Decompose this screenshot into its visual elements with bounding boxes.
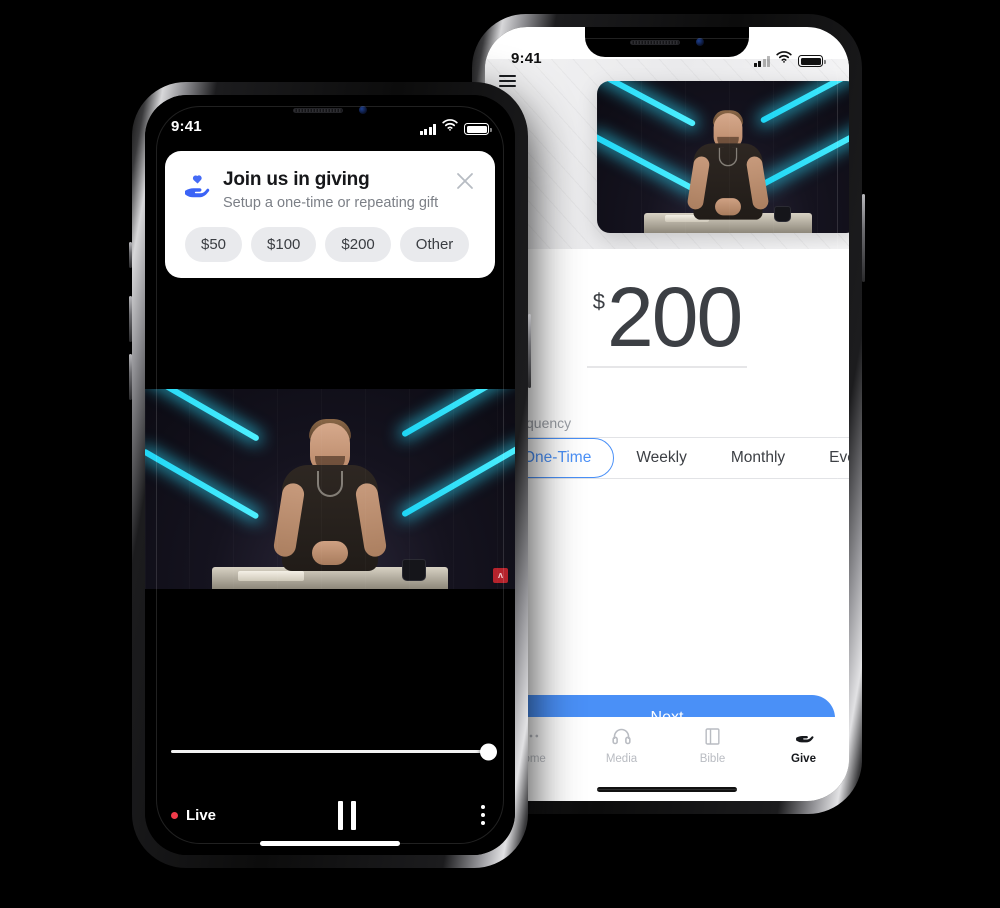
- front-phone-device: ᴧ Join us in giving Setup a one-time or …: [129, 82, 531, 868]
- tab-media[interactable]: Media: [576, 725, 667, 765]
- tab-bible[interactable]: Bible: [667, 725, 758, 765]
- scrubber-knob[interactable]: [480, 743, 497, 760]
- giving-card: Join us in giving Setup a one-time or re…: [165, 151, 495, 278]
- amount-option-other[interactable]: Other: [399, 227, 470, 262]
- gift-amount-block[interactable]: $ 200: [485, 270, 849, 369]
- live-indicator[interactable]: Live: [171, 807, 216, 824]
- giving-card-subtitle: Setup a one-time or repeating gift: [223, 195, 439, 211]
- frequency-tab-every-2-weeks[interactable]: Every 2 Weeks: [807, 438, 849, 478]
- front-status-time: 9:41: [171, 118, 202, 135]
- frequency-tab-group[interactable]: One-Time Weekly Monthly Every 2 Weeks: [499, 437, 849, 479]
- tab-give-label: Give: [791, 753, 816, 765]
- amount-value: 200: [607, 270, 743, 364]
- live-dot-icon: [171, 811, 178, 819]
- live-player-screen: ᴧ Join us in giving Setup a one-time or …: [145, 95, 515, 855]
- earpiece-speaker-icon: [293, 107, 343, 113]
- giving-card-title: Join us in giving: [223, 169, 370, 190]
- wifi-icon: [776, 50, 792, 67]
- battery-icon: [798, 55, 826, 67]
- headphones-icon: [611, 725, 632, 747]
- hand-heart-icon: [793, 725, 815, 747]
- tab-bible-label: Bible: [699, 753, 726, 765]
- wifi-icon: [442, 118, 458, 135]
- amount-options: $50 $100 $200 Other: [183, 227, 477, 262]
- front-home-indicator[interactable]: [260, 841, 400, 846]
- front-notch: [248, 95, 412, 125]
- amount-option-100[interactable]: $100: [251, 227, 317, 262]
- broadcaster-logo: ᴧ: [493, 568, 508, 583]
- currency-symbol: $: [592, 289, 606, 314]
- back-video-thumbnail[interactable]: [597, 81, 849, 233]
- tab-media-label: Media: [605, 753, 638, 765]
- frequency-tab-weekly[interactable]: Weekly: [614, 438, 709, 478]
- back-header: [485, 73, 849, 89]
- tab-give[interactable]: Give: [758, 725, 849, 765]
- back-status-time: 9:41: [511, 50, 542, 67]
- hand-heart-icon: [183, 173, 211, 201]
- bottom-tab-bar: Home Media Bible Give: [485, 717, 849, 779]
- earpiece-speaker-icon: [630, 39, 680, 45]
- front-camera-icon: [696, 38, 704, 46]
- book-icon: [703, 725, 722, 747]
- frequency-tab-monthly[interactable]: Monthly: [709, 438, 807, 478]
- close-icon[interactable]: [453, 169, 477, 193]
- volume-down-button[interactable]: [129, 354, 132, 400]
- live-video[interactable]: ᴧ: [145, 389, 515, 589]
- battery-icon: [464, 123, 492, 135]
- signal-bars-icon: [753, 56, 770, 67]
- back-home-indicator[interactable]: [597, 787, 737, 792]
- hamburger-menu-icon[interactable]: [499, 75, 516, 87]
- amount-option-200[interactable]: $200: [325, 227, 391, 262]
- back-notch: [585, 27, 749, 57]
- front-camera-icon: [359, 106, 367, 114]
- give-screen: $ 200 Frequency One-Time Weekly Monthly …: [485, 27, 849, 801]
- mute-switch[interactable]: [129, 242, 132, 268]
- live-label: Live: [186, 806, 217, 824]
- back-phone-device: $ 200 Frequency One-Time Weekly Monthly …: [469, 14, 865, 814]
- video-scrubber[interactable]: [171, 743, 497, 760]
- power-button[interactable]: [528, 314, 531, 388]
- amount-option-50[interactable]: $50: [185, 227, 243, 262]
- player-controls: Live: [171, 797, 489, 833]
- signal-bars-icon: [419, 124, 436, 135]
- kebab-menu-icon[interactable]: [477, 801, 489, 829]
- pause-icon[interactable]: [337, 800, 356, 830]
- volume-up-button[interactable]: [129, 296, 132, 342]
- amount-underline: [587, 366, 747, 369]
- power-button[interactable]: [862, 194, 865, 282]
